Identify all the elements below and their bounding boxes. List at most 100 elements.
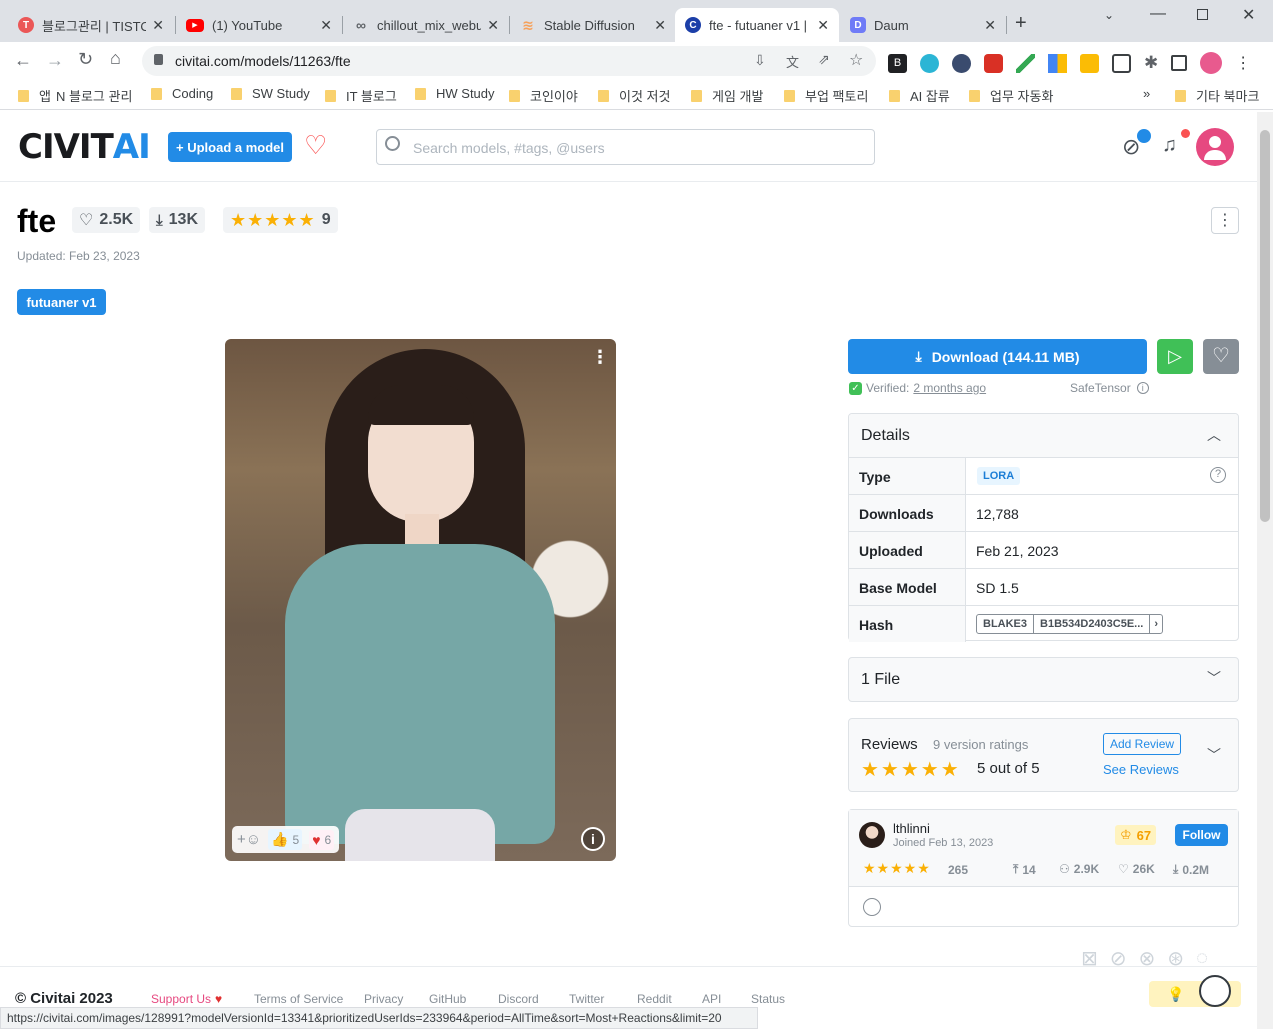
footer-link-api[interactable]: API [702,992,721,1006]
scrollbar-thumb[interactable] [1260,130,1270,522]
more-options-button[interactable]: ⋮ [1211,207,1239,234]
bookmark-game-dev[interactable]: 게임 개발 [691,86,763,105]
extension-window-icon[interactable] [1112,53,1131,73]
upload-model-button[interactable]: + Upload a model [168,132,292,162]
likes-badge[interactable]: ♡ 2.5K [72,207,141,233]
footer-link-twitter[interactable]: Twitter [569,992,604,1006]
image-menu-icon[interactable]: ⋮ [591,347,609,368]
rating-badge[interactable]: ★★★★★ 9 [223,207,338,233]
add-reaction-icon[interactable]: +☺ [237,831,261,848]
extension-bolt-icon[interactable] [952,53,971,73]
tab-daum[interactable]: D Daum ✕ [840,8,1006,42]
extension-list-icon[interactable] [1080,53,1099,73]
url-text[interactable]: civitai.com/models/11263/fte [175,53,351,69]
forward-icon[interactable]: → [46,50,64,71]
chrome-menu-icon[interactable]: ⋮ [1235,53,1251,73]
bookmark-misc[interactable]: 이것 저것 [598,86,670,105]
back-icon[interactable]: ← [14,50,32,71]
chevron-down-icon[interactable]: ﹀ [1207,745,1221,765]
close-tab-icon[interactable]: ✕ [654,17,666,34]
preview-image[interactable]: ⋮ +☺ 👍 5 ♥ 6 i [225,339,616,861]
install-app-icon[interactable]: ⇩ [754,52,766,69]
close-tab-icon[interactable]: ✕ [984,17,996,34]
page-scrollbar[interactable] [1257,112,1273,1029]
footer-link-status[interactable]: Status [751,992,785,1006]
see-reviews-link[interactable]: See Reviews [1103,762,1179,777]
heart-reaction[interactable]: ♥ 6 [309,829,335,850]
tab-tistory[interactable]: T 블로그관리 | TISTO ✕ [8,8,174,42]
download-button[interactable]: ⤓ Download (144.11 MB) [848,339,1147,374]
bookmark-star-icon[interactable]: ☆ [849,50,863,70]
reload-icon[interactable]: ↻ [78,49,93,70]
footer-link-github[interactable]: GitHub [429,992,466,1006]
heart-support-icon[interactable]: ♡ [304,130,327,160]
bookmark-other[interactable]: 기타 북마크 [1175,86,1259,105]
run-model-button[interactable]: ▷ [1157,339,1193,374]
new-tab-icon[interactable]: + [1015,12,1027,35]
extension-color-icon[interactable] [1048,53,1067,73]
translate-icon[interactable]: 文 [786,52,799,71]
footer-link-privacy[interactable]: Privacy [364,992,403,1006]
bookmark-automation[interactable]: 업무 자동화 [969,86,1053,105]
tab-civitai-active[interactable]: C fte - futuaner v1 | ✕ [675,8,839,42]
extension-pen-icon[interactable] [1016,53,1035,73]
bookmark-sw-study[interactable]: SW Study [231,86,310,101]
close-tab-icon[interactable]: ✕ [320,17,332,34]
home-icon[interactable]: ⌂ [110,48,121,69]
extension-chat-icon[interactable] [920,53,939,73]
follow-button[interactable]: Follow [1175,824,1228,846]
version-tab-futuaner-v1[interactable]: futuaner v1 [17,289,106,315]
details-header[interactable]: Details ︿ [849,414,1238,457]
bookmark-coding[interactable]: Coding [151,86,213,101]
files-accordion[interactable]: 1 File ﹀ [848,657,1239,702]
bookmark-coin[interactable]: 코인이야 [509,86,578,105]
close-window-icon[interactable]: ✕ [1242,5,1255,25]
bookmark-side-job[interactable]: 부업 팩토리 [784,86,868,105]
user-avatar[interactable] [1196,128,1234,166]
image-info-icon[interactable]: i [581,827,605,851]
favorite-button[interactable]: ♡ [1203,339,1239,374]
add-review-button[interactable]: Add Review [1103,733,1182,755]
support-us-link[interactable]: Support Us ♥ [151,992,222,1006]
tab-stable-diffusion[interactable]: ≋ Stable Diffusion ✕ [510,8,676,42]
tab-search-chevron-icon[interactable]: ⌄ [1104,8,1114,22]
minimize-icon[interactable]: — [1150,5,1166,23]
chatgpt-extension-icon[interactable] [1199,975,1231,1007]
civitai-logo[interactable]: CIVIT AI [18,130,151,164]
close-tab-icon[interactable]: ✕ [152,17,164,34]
bookmark-ai[interactable]: AI 잡류 [889,86,950,105]
help-icon[interactable]: ? [1210,467,1226,483]
hash-value[interactable]: B1B534D2403C5E... [1034,615,1149,633]
tab-colab[interactable]: ∞ chillout_mix_webui ✕ [343,8,509,42]
search-input[interactable]: Search models, #tags, @users [376,129,875,165]
globe-icon[interactable] [863,898,881,916]
bookmark-naver-blog[interactable]: N 블로그 관리 [56,86,132,105]
profile-avatar-icon[interactable] [1200,52,1223,74]
footer-link-terms[interactable]: Terms of Service [254,992,343,1006]
bookmark-apps[interactable]: 앱 [18,86,51,105]
address-bar[interactable]: civitai.com/models/11263/fte ⇩ 文 ⇗ ☆ [142,46,876,76]
footer-link-discord[interactable]: Discord [498,992,539,1006]
maximize-icon[interactable] [1197,9,1208,20]
bookmark-hw-study[interactable]: HW Study [415,86,495,101]
share-icon[interactable]: ⇗ [818,51,830,68]
bookmarks-overflow-icon[interactable]: » [1143,86,1150,101]
chevron-right-icon[interactable]: › [1149,615,1162,633]
hash-widget[interactable]: BLAKE3 B1B534D2403C5E... › [976,614,1164,634]
puzzle-icon[interactable]: ✱ [1144,53,1158,73]
close-tab-icon[interactable]: ✕ [487,17,499,34]
side-panel-icon[interactable] [1171,55,1188,71]
extension-b-icon[interactable]: B [888,53,907,73]
creator-name[interactable]: lthlinni [893,821,930,836]
verified-date-link[interactable]: 2 months ago [913,381,986,395]
tab-youtube[interactable]: ▶ (1) YouTube ✕ [176,8,342,42]
footer-link-reddit[interactable]: Reddit [637,992,672,1006]
bell-icon[interactable]: ♫ [1162,134,1177,157]
info-icon[interactable]: i [1136,382,1149,394]
extension-record-icon[interactable] [984,53,1003,73]
like-reaction[interactable]: 👍 5 [268,829,303,850]
close-tab-icon[interactable]: ✕ [817,17,829,34]
bookmark-it-blog[interactable]: IT 블로그 [325,86,397,105]
creator-avatar[interactable] [859,822,885,848]
hash-algo-selector[interactable]: BLAKE3 [977,615,1035,633]
